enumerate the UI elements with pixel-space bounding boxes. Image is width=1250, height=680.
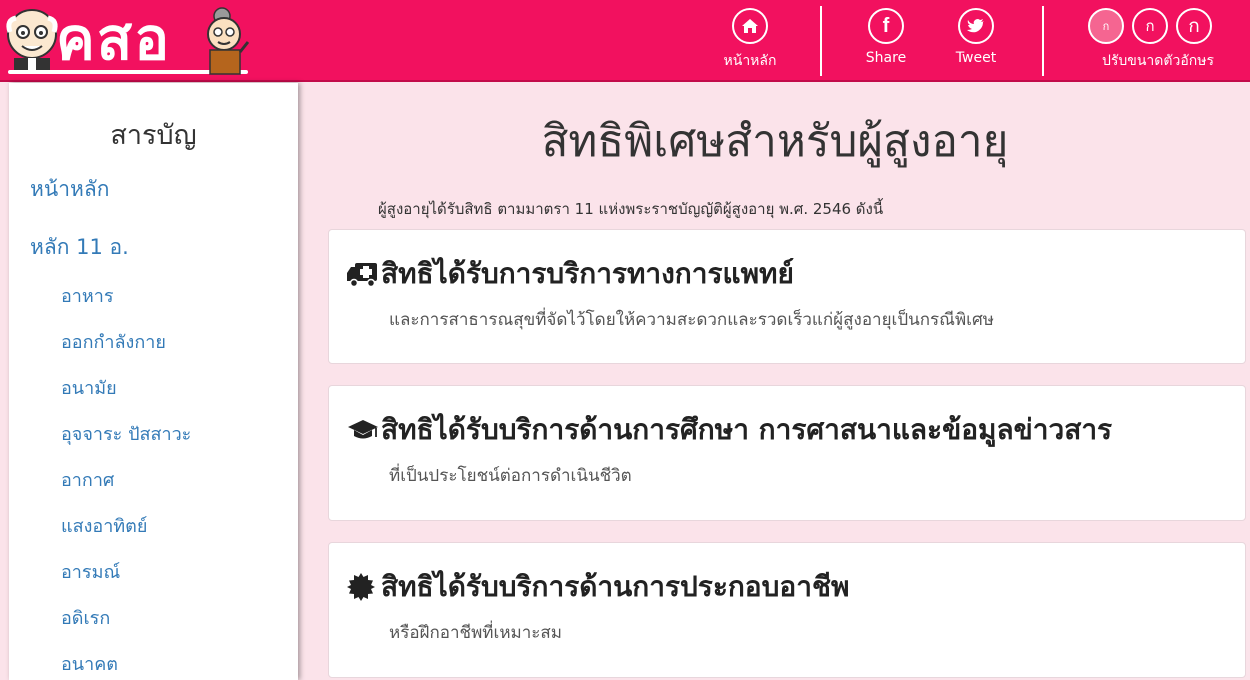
logo-text: คสอ: [56, 5, 172, 73]
ambulance-icon: [347, 259, 381, 289]
home-button[interactable]: หน้าหลัก: [705, 8, 795, 72]
graduation-cap-icon: [347, 415, 381, 445]
divider: [1042, 6, 1044, 76]
facebook-icon: f: [868, 8, 904, 44]
divider: [820, 6, 822, 76]
sidebar-item-home[interactable]: หน้าหลัก: [30, 173, 109, 206]
right-card-medical: สิทธิได้รับการบริการทางการแพทย์ และการสา…: [328, 229, 1246, 364]
sidebar-item-sunlight[interactable]: แสงอาทิตย์: [61, 511, 147, 540]
right-card-education: สิทธิได้รับบริการด้านการศึกษา การศาสนาแล…: [328, 385, 1246, 521]
card-title: สิทธิได้รับบริการด้านการศึกษา การศาสนาแล…: [381, 413, 1113, 446]
font-size-controls: ก ก ก ปรับขนาดตัวอักษร: [1088, 8, 1238, 72]
tweet-button[interactable]: Tweet: [931, 8, 1021, 66]
home-icon: [732, 8, 768, 44]
sidebar-item-hobby[interactable]: อดิเรก: [61, 603, 110, 632]
sidebar-item-air[interactable]: อากาศ: [61, 465, 114, 494]
right-card-occupation: สิทธิได้รับบริการด้านการประกอบอาชีพ หรือ…: [328, 542, 1246, 678]
font-small-button[interactable]: ก: [1088, 8, 1124, 44]
old-man-mascot-icon: [6, 9, 58, 72]
font-size-label: ปรับขนาดตัวอักษร: [1102, 53, 1214, 69]
sidebar-item-emotion[interactable]: อารมณ์: [61, 557, 120, 586]
font-large-button[interactable]: ก: [1176, 8, 1212, 44]
sidebar-title: สารบัญ: [110, 120, 197, 151]
card-description: หรือฝึกอาชีพที่เหมาะสม: [389, 623, 562, 643]
sidebar-item-excretion[interactable]: อุจจาระ ปัสสาวะ: [61, 419, 191, 448]
card-title: สิทธิได้รับการบริการทางการแพทย์: [381, 257, 794, 290]
site-logo[interactable]: คสอ: [0, 0, 260, 82]
twitter-icon: [958, 8, 994, 44]
card-title: สิทธิได้รับบริการด้านการประกอบอาชีพ: [381, 570, 850, 603]
page-title: สิทธิพิเศษสำหรับผู้สูงอายุ: [541, 116, 1009, 167]
tweet-label: Tweet: [955, 50, 997, 66]
sidebar-item-future[interactable]: อนาคต: [61, 649, 118, 678]
certificate-icon: [347, 572, 381, 602]
home-label: หน้าหลัก: [723, 53, 777, 69]
sidebar-item-food[interactable]: อาหาร: [61, 281, 114, 310]
sidebar-item-exercise[interactable]: ออกกำลังกาย: [61, 327, 166, 356]
sidebar-item-hygiene[interactable]: อนามัย: [61, 373, 117, 402]
top-header: คสอ หน้าหลัก f Share Tweet ก ก ก ปรับขนา…: [0, 0, 1250, 82]
intro-text: ผู้สูงอายุได้รับสิทธิ ตามมาตรา 11 แห่งพร…: [378, 200, 884, 218]
card-description: ที่เป็นประโยชน์ต่อการดำเนินชีวิต: [389, 466, 632, 486]
old-woman-mascot-icon: [207, 7, 250, 75]
font-medium-button[interactable]: ก: [1132, 8, 1168, 44]
share-label: Share: [865, 50, 907, 66]
card-description: และการสาธารณสุขที่จัดไว้โดยให้ความสะดวกแ…: [389, 310, 994, 330]
sidebar: สารบัญ หน้าหลัก หลัก 11 อ. อาหาร ออกกำลั…: [9, 83, 298, 680]
sidebar-section-11-o[interactable]: หลัก 11 อ.: [30, 231, 129, 264]
share-button[interactable]: f Share: [841, 8, 931, 66]
